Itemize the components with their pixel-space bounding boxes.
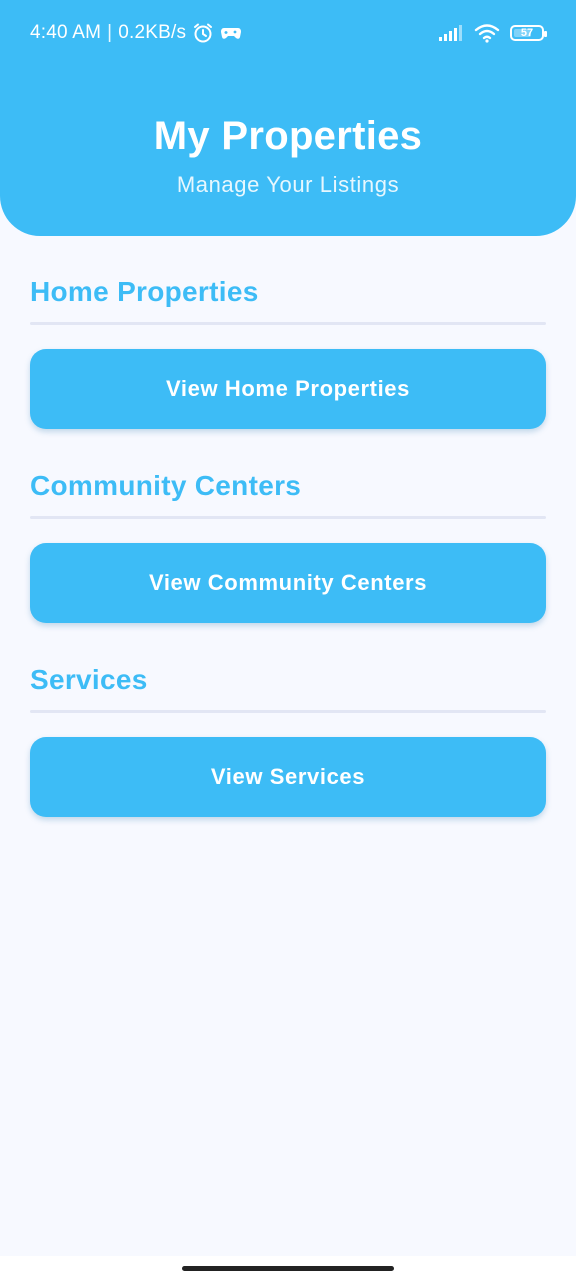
section-title-services: Services [30,664,148,695]
home-indicator[interactable] [182,1266,394,1271]
status-left: 4:40 AM | 0.2KB/s [30,20,242,46]
alarm-icon [192,22,214,44]
status-bar: 4:40 AM | 0.2KB/s 57 [0,0,576,66]
battery-icon: 57 [510,25,547,41]
status-right: 57 [438,20,547,46]
status-time: 4:40 AM [30,22,102,43]
section-title-home-properties: Home Properties [30,276,259,307]
view-community-centers-button[interactable]: View Community Centers [30,543,546,623]
section-divider [30,516,546,519]
page-title: My Properties [153,114,423,158]
wifi-icon [474,23,500,43]
page-subtitle: Manage Your Listings [176,172,400,197]
network-speed: 0.2KB/s [118,22,187,43]
view-services-button[interactable]: View Services [30,737,546,817]
game-controller-icon [220,24,242,42]
section-divider [30,322,546,325]
signal-icon [438,24,464,42]
status-separator: | [107,22,113,43]
section-divider [30,710,546,713]
battery-level: 57 [520,27,534,39]
section-title-community-centers: Community Centers [30,470,302,501]
view-home-properties-button[interactable]: View Home Properties [30,349,546,429]
header-banner: 4:40 AM | 0.2KB/s 57 My Properties Manag… [0,0,576,236]
